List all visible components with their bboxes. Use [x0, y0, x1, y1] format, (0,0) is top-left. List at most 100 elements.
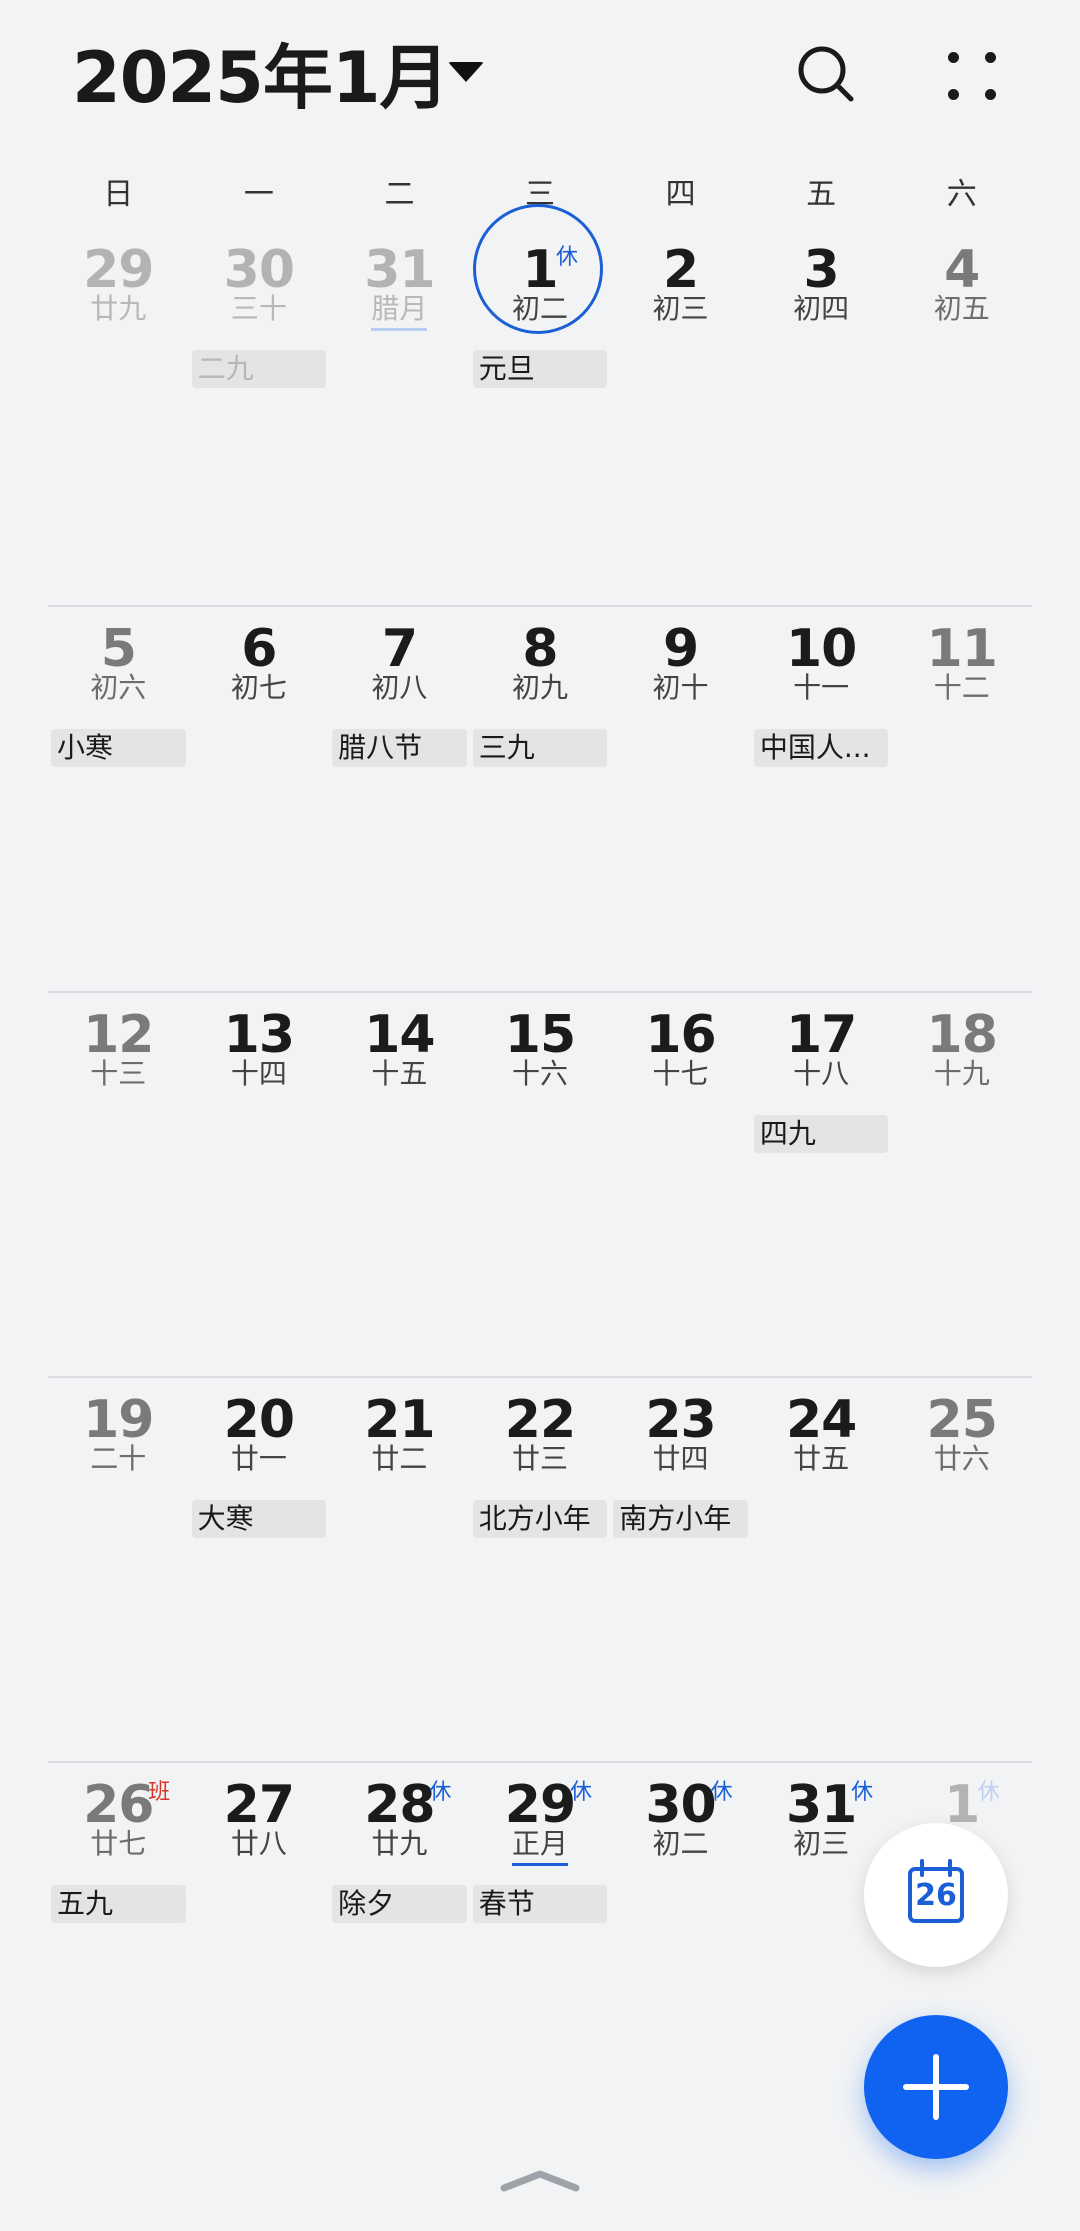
weekday-label: 五 [806, 177, 837, 212]
day-cell[interactable]: 13 十四 [189, 993, 330, 1379]
day-number: 15 [504, 1005, 576, 1065]
day-cell[interactable]: 29 廿九 [48, 220, 189, 606]
event-chip[interactable]: 四九 [753, 1115, 889, 1153]
event-chip[interactable]: 除夕 [332, 1885, 467, 1923]
triangle-down-icon[interactable] [448, 62, 484, 82]
day-cell[interactable]: 15 十六 [470, 993, 611, 1379]
day-number: 3 [803, 240, 840, 300]
chevron-up-icon[interactable] [498, 2168, 582, 2192]
four-dots-icon[interactable] [946, 50, 998, 102]
lunar-date: 廿七 [90, 1827, 147, 1860]
search-icon[interactable] [796, 44, 856, 104]
day-cell[interactable]: 8 初九 [470, 607, 611, 993]
event-chip[interactable]: 五九 [51, 1885, 186, 1923]
day-cell[interactable]: 4 初五 [891, 220, 1032, 606]
lunar-date: 初六 [90, 671, 147, 704]
event-chip[interactable]: 腊八节 [332, 729, 467, 767]
event-chip[interactable]: 三九 [472, 729, 608, 767]
day-number: 19 [83, 1390, 154, 1450]
day-cell[interactable]: 10 十一 [751, 607, 892, 993]
day-cell[interactable]: 29 正月休 [470, 1763, 611, 2149]
lunar-date: 廿二 [371, 1442, 428, 1475]
lunar-date: 初十 [652, 671, 709, 704]
day-cell[interactable]: 3 初四 [751, 220, 892, 606]
day-cell[interactable]: 30 初二休 [610, 1763, 751, 2149]
lunar-date: 十八 [793, 1057, 850, 1090]
day-cell[interactable]: 23 廿四 [610, 1378, 751, 1764]
day-cell-today[interactable]: 1 初二 休 [470, 204, 611, 606]
day-cell[interactable]: 24 廿五 [751, 1378, 892, 1764]
day-number: 6 [241, 619, 277, 679]
day-cell[interactable]: 18 十九 [891, 993, 1032, 1379]
day-cell[interactable]: 21 廿二 [329, 1378, 470, 1764]
event-chip[interactable]: 元旦 [472, 350, 608, 388]
day-cell[interactable]: 16 十七 [610, 993, 751, 1379]
day-cell[interactable]: 30 三十 [189, 220, 330, 606]
plus-icon [903, 2054, 969, 2120]
lunar-date: 十七 [652, 1057, 709, 1090]
lunar-date: 初五 [933, 292, 990, 325]
month-title[interactable]: 2025年1月 [72, 36, 450, 120]
week-row: 5 初六 6 初七 7 初八 8 初九 9 初十 10 十一 11 十二 小寒 腊八节 三九 中国人... [48, 605, 1032, 993]
day-cell[interactable]: 20 廿一 [189, 1378, 330, 1764]
event-chip[interactable]: 南方小年 [613, 1500, 748, 1538]
day-cell[interactable]: 14 十五 [329, 993, 470, 1379]
day-cell[interactable]: 12 十三 [48, 993, 189, 1379]
weekday-label: 六 [946, 177, 977, 212]
day-cell[interactable]: 31 腊月 [329, 220, 470, 606]
day-number: 7 [381, 619, 418, 679]
day-number: 13 [223, 1005, 295, 1065]
lunar-date: 廿八 [230, 1827, 287, 1860]
weekday-label: 四 [665, 177, 696, 212]
lunar-date: 初四 [793, 292, 850, 325]
day-cell[interactable]: 9 初十 [610, 607, 751, 993]
day-cell[interactable]: 11 十二 [891, 607, 1032, 993]
lunar-date: 正月 [470, 1827, 611, 1866]
lunar-month-label: 腊月 [371, 292, 428, 331]
holiday-badge: 休 [977, 1780, 1000, 1805]
lunar-date: 三十 [230, 292, 287, 325]
add-event-button[interactable] [864, 2015, 1008, 2159]
event-chip[interactable]: 中国人... [753, 729, 889, 767]
day-number: 31 [364, 240, 435, 300]
week-row: 19 二十 20 廿一 21 廿二 22 廿三 23 廿四 24 廿五 25 廿六 大寒 北方小年 南方小年 [48, 1376, 1032, 1764]
day-cell[interactable]: 2 初三 [610, 220, 751, 606]
event-chip[interactable]: 二九 [191, 350, 327, 388]
day-cell[interactable]: 26 廿七班 [48, 1763, 189, 2149]
day-cell[interactable]: 28 廿九休 [329, 1763, 470, 2149]
today-date-label: 26 [915, 1878, 957, 1913]
day-cell[interactable]: 25 廿六 [891, 1378, 1032, 1764]
event-chip[interactable]: 小寒 [51, 729, 186, 767]
today-button[interactable]: 26 [864, 1823, 1008, 1967]
holiday-badge: 休 [710, 1780, 733, 1805]
day-cell[interactable]: 7 初八 [329, 607, 470, 993]
day-number: 10 [785, 619, 857, 679]
day-cell[interactable]: 5 初六 [48, 607, 189, 993]
event-chip[interactable]: 北方小年 [472, 1500, 608, 1538]
lunar-month-label: 正月 [511, 1827, 568, 1866]
week-row: 12 十三 13 十四 14 十五 15 十六 16 十七 17 十八 18 十九 四九 [48, 991, 1032, 1379]
event-chip[interactable]: 春节 [472, 1885, 608, 1923]
day-cell[interactable]: 27 廿八 [189, 1763, 330, 2149]
lunar-date: 二十 [90, 1442, 147, 1475]
day-number: 14 [364, 1005, 435, 1065]
day-cell[interactable]: 22 廿三 [470, 1378, 611, 1764]
day-number: 27 [223, 1775, 295, 1835]
day-number: 9 [662, 619, 699, 679]
day-cell[interactable]: 6 初七 [189, 607, 330, 993]
lunar-date: 十五 [371, 1057, 428, 1090]
weekday-label: 一 [243, 177, 274, 212]
lunar-date: 廿三 [511, 1442, 568, 1475]
day-number: 24 [785, 1390, 857, 1450]
holiday-badge: 休 [569, 1780, 592, 1805]
lunar-date: 十九 [933, 1057, 990, 1090]
lunar-date: 腊月 [329, 292, 470, 331]
day-cell[interactable]: 19 二十 [48, 1378, 189, 1764]
day-number: 16 [645, 1005, 716, 1065]
day-number: 20 [223, 1390, 295, 1450]
day-cell[interactable]: 17 十八 [751, 993, 892, 1379]
lunar-date: 十三 [90, 1057, 147, 1090]
day-number: 1 [522, 240, 558, 300]
day-number: 2 [662, 240, 699, 300]
event-chip[interactable]: 大寒 [191, 1500, 327, 1538]
